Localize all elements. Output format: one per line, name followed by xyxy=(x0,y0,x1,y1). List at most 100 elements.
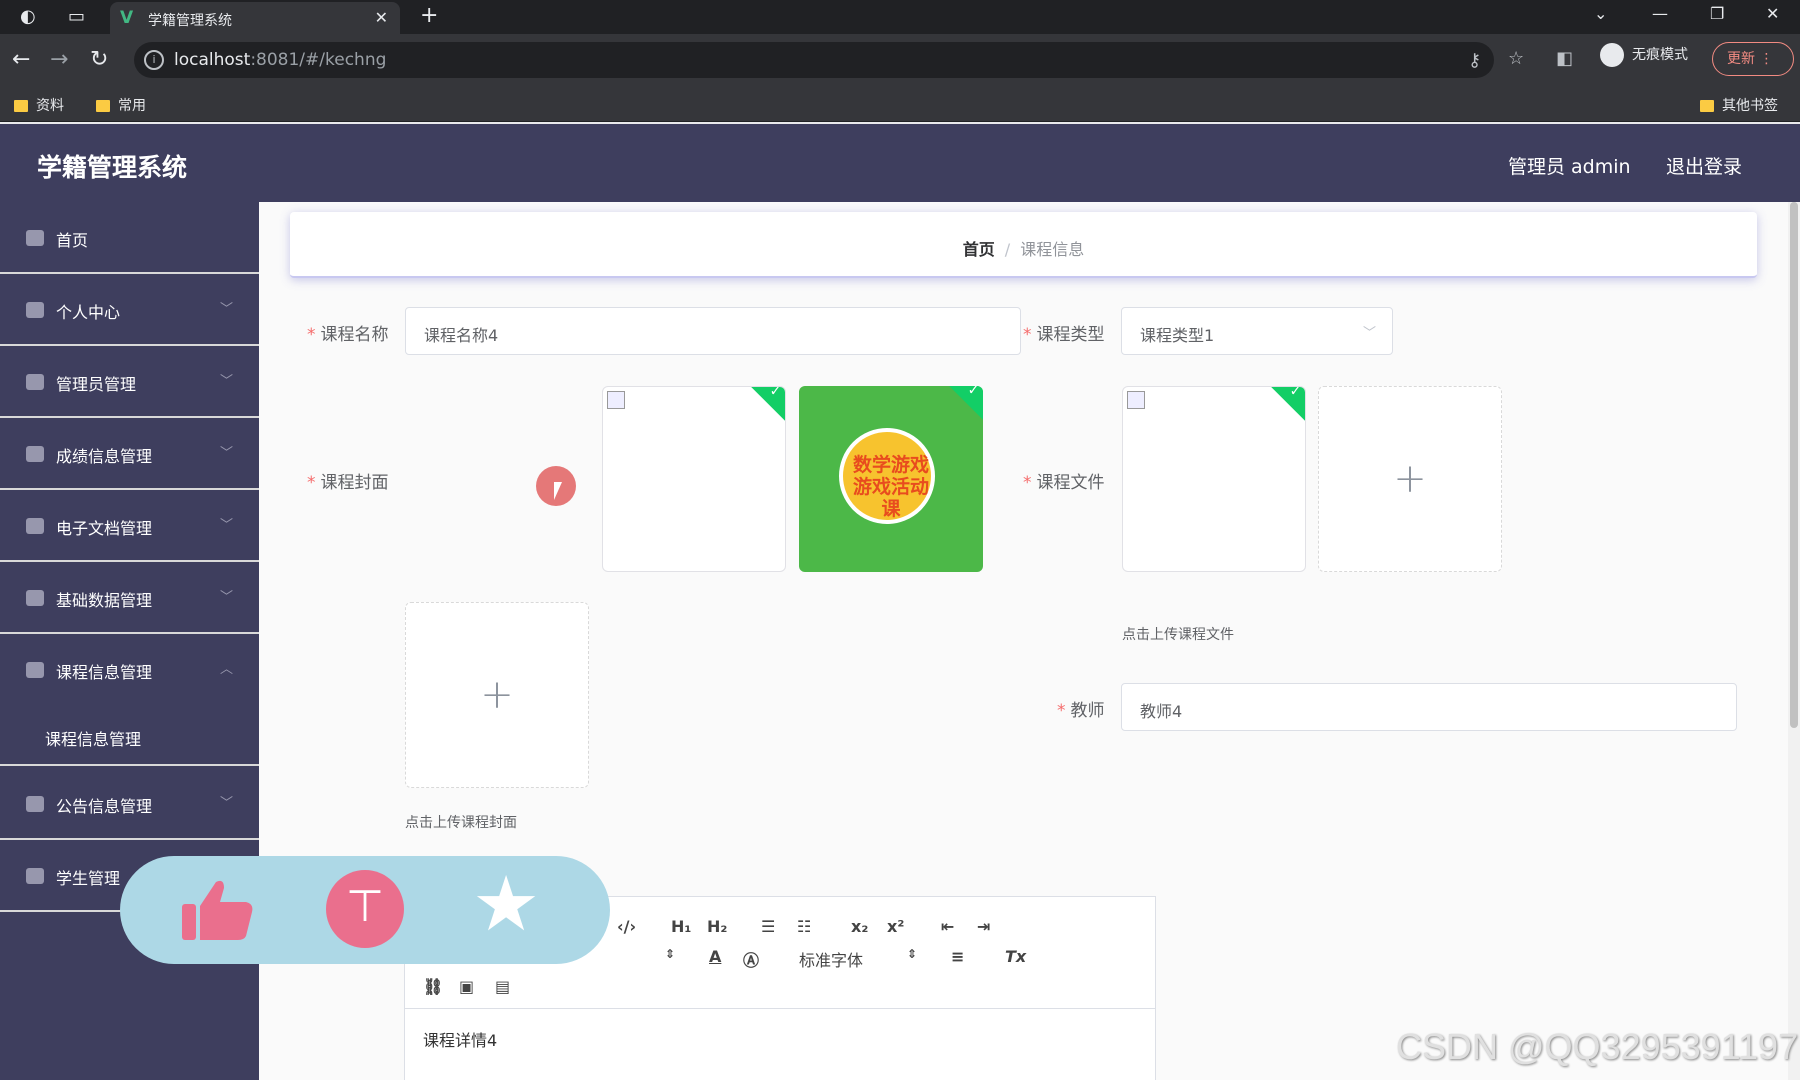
font-select[interactable]: 标准字体 xyxy=(799,947,863,971)
video-icon[interactable]: ▤ xyxy=(495,977,510,996)
star-icon[interactable]: ★ xyxy=(472,864,540,944)
chevron-down-icon: ﹀ xyxy=(219,796,233,811)
cover-upload-hint: 点击上传课程封面 xyxy=(405,815,517,831)
image-icon[interactable]: ▣ xyxy=(459,977,474,996)
broken-image-icon xyxy=(607,391,625,409)
subscript-icon[interactable]: x₂ xyxy=(851,917,868,936)
sidebar-item-courses[interactable]: 课程信息管理 ︿ xyxy=(0,634,259,706)
sidebar-item-label: 公告信息管理 xyxy=(56,797,153,816)
sidebar-item-profile[interactable]: 个人中心 ﹀ xyxy=(0,274,259,346)
password-key-icon[interactable]: ⚷ xyxy=(1468,50,1481,71)
bookmark-star-icon[interactable]: ☆ xyxy=(1508,48,1524,69)
close-window-icon[interactable]: ✕ xyxy=(1766,4,1779,23)
heading1-icon[interactable]: H₁ xyxy=(671,917,691,936)
tab-close-icon[interactable]: ✕ xyxy=(375,8,388,27)
folder-icon xyxy=(14,100,28,112)
tab-search-icon[interactable]: ▭ xyxy=(68,6,85,27)
home-icon xyxy=(26,230,44,246)
bookmark-folder-1[interactable]: 资料 xyxy=(14,95,64,115)
chevron-down-icon: ﹀ xyxy=(1362,326,1376,341)
sidebar-item-notices[interactable]: 公告信息管理 ﹀ xyxy=(0,768,259,840)
sidebar-item-label: 课程信息管理 xyxy=(56,663,153,682)
check-icon: ✓ xyxy=(967,386,980,399)
breadcrumb-separator: / xyxy=(1004,240,1011,259)
address-bar[interactable]: i localhost:8081/#/kechng ⚷ xyxy=(134,42,1494,78)
sidebar-item-documents[interactable]: 电子文档管理 ﹀ xyxy=(0,490,259,562)
teacher-input[interactable]: 教师4 xyxy=(1121,683,1737,731)
site-info-icon[interactable]: i xyxy=(144,50,164,70)
code-icon[interactable]: ‹/› xyxy=(617,917,636,936)
breadcrumb-home[interactable]: 首页 xyxy=(963,240,995,259)
bookmarks-bar: 资料 常用 其他书签 xyxy=(0,88,1800,122)
folder-icon xyxy=(1700,100,1714,112)
cover-uploaded-item-2[interactable]: 数学游戏 游戏活动课 ✓ xyxy=(799,386,983,572)
sidebar-item-home[interactable]: 首页 xyxy=(0,202,259,274)
browser-tab-active[interactable]: V 学籍管理系统 ✕ xyxy=(110,2,400,34)
sidebar-item-admin[interactable]: 管理员管理 ﹀ xyxy=(0,346,259,418)
sidebar-item-label: 电子文档管理 xyxy=(56,519,153,538)
minimize-icon[interactable]: — xyxy=(1652,4,1668,23)
bullet-list-icon[interactable]: ☷ xyxy=(797,917,811,936)
logout-link[interactable]: 退出登录 xyxy=(1666,152,1742,179)
tab-title: 学籍管理系统 xyxy=(148,13,232,29)
pin-top-icon[interactable]: ⊤ xyxy=(326,870,404,948)
page-scrollbar[interactable] xyxy=(1788,202,1800,1080)
sidebar-item-basic-data[interactable]: 基础数据管理 ﹀ xyxy=(0,562,259,634)
update-button[interactable]: 更新 ⋮ xyxy=(1712,42,1794,76)
mic-icon xyxy=(26,446,44,462)
link-icon[interactable]: ⛓ xyxy=(423,977,443,996)
size-select-arrow-icon[interactable]: ⇕ xyxy=(665,947,675,961)
reload-icon[interactable]: ↻ xyxy=(90,47,108,72)
cover-upload-button[interactable]: + xyxy=(405,602,589,788)
sidebar-item-grades[interactable]: 成绩信息管理 ﹀ xyxy=(0,418,259,490)
course-type-select[interactable]: 课程类型1 ﹀ xyxy=(1121,307,1393,355)
file-upload-button[interactable]: + xyxy=(1318,386,1502,572)
ordered-list-icon[interactable]: ☰ xyxy=(761,917,775,936)
heading2-icon[interactable]: H₂ xyxy=(707,917,727,936)
user-info: 管理员 admin xyxy=(1508,156,1631,178)
clear-format-icon[interactable]: Tx xyxy=(1005,947,1026,966)
superscript-icon[interactable]: x² xyxy=(887,917,904,936)
incognito-indicator[interactable]: 无痕模式 xyxy=(1600,43,1688,67)
url-text: localhost:8081/#/kechng xyxy=(174,50,387,70)
course-name-input[interactable]: 课程名称4 xyxy=(405,307,1021,355)
forward-icon[interactable]: → xyxy=(50,47,68,72)
new-tab-icon[interactable]: + xyxy=(420,3,438,28)
incognito-icon xyxy=(1600,43,1624,67)
side-panel-icon[interactable]: ◧ xyxy=(1556,48,1573,69)
student-icon xyxy=(26,868,44,884)
file-uploaded-item[interactable]: ✓ xyxy=(1122,386,1306,572)
outdent-icon[interactable]: ⇤ xyxy=(941,917,954,936)
back-icon[interactable]: ← xyxy=(12,47,30,72)
course-icon xyxy=(26,662,44,678)
upload-success-badge: ✓ xyxy=(1264,386,1305,426)
chevron-up-icon: ︿ xyxy=(219,662,233,677)
tab-list-icon[interactable]: ⌄ xyxy=(1594,4,1607,23)
browser-toolbar: ← → ↻ i localhost:8081/#/kechng ⚷ ☆ ◧ 无痕… xyxy=(0,34,1800,88)
notice-icon xyxy=(26,796,44,812)
editor-content[interactable]: 课程详情4 xyxy=(423,1027,497,1051)
breadcrumb-container: 首页 / 课程信息 xyxy=(290,212,1757,278)
folder-icon xyxy=(96,100,110,112)
scrollbar-thumb[interactable] xyxy=(1790,202,1798,728)
plus-icon: + xyxy=(1393,456,1427,502)
teacher-label: * 教师 xyxy=(1057,701,1105,721)
other-bookmarks[interactable]: 其他书签 xyxy=(1700,95,1778,115)
browser-menu-icon[interactable]: ◐ xyxy=(20,6,36,27)
sidebar-subitem-course-info[interactable]: 课程信息管理 xyxy=(0,706,259,766)
watermark: CSDN @QQ3295391197 xyxy=(1396,1026,1799,1067)
align-icon[interactable]: ≡ xyxy=(951,947,964,966)
check-icon: ✓ xyxy=(769,386,782,400)
cover-uploaded-item-1[interactable]: ✓ xyxy=(602,386,786,572)
background-color-icon[interactable]: Ⓐ xyxy=(743,947,759,971)
floating-action-bar: ⊤ ★ xyxy=(120,856,610,964)
restore-icon[interactable]: ❐ xyxy=(1710,4,1724,23)
check-icon: ✓ xyxy=(1289,386,1302,400)
plus-icon: + xyxy=(480,672,514,718)
indent-icon[interactable]: ⇥ xyxy=(977,917,990,936)
thumbs-up-icon[interactable] xyxy=(180,878,254,942)
sidebar-item-label: 成绩信息管理 xyxy=(56,447,153,466)
font-select-arrow-icon[interactable]: ⇕ xyxy=(907,947,917,961)
font-color-icon[interactable]: A xyxy=(709,947,721,966)
bookmark-folder-2[interactable]: 常用 xyxy=(96,95,146,115)
